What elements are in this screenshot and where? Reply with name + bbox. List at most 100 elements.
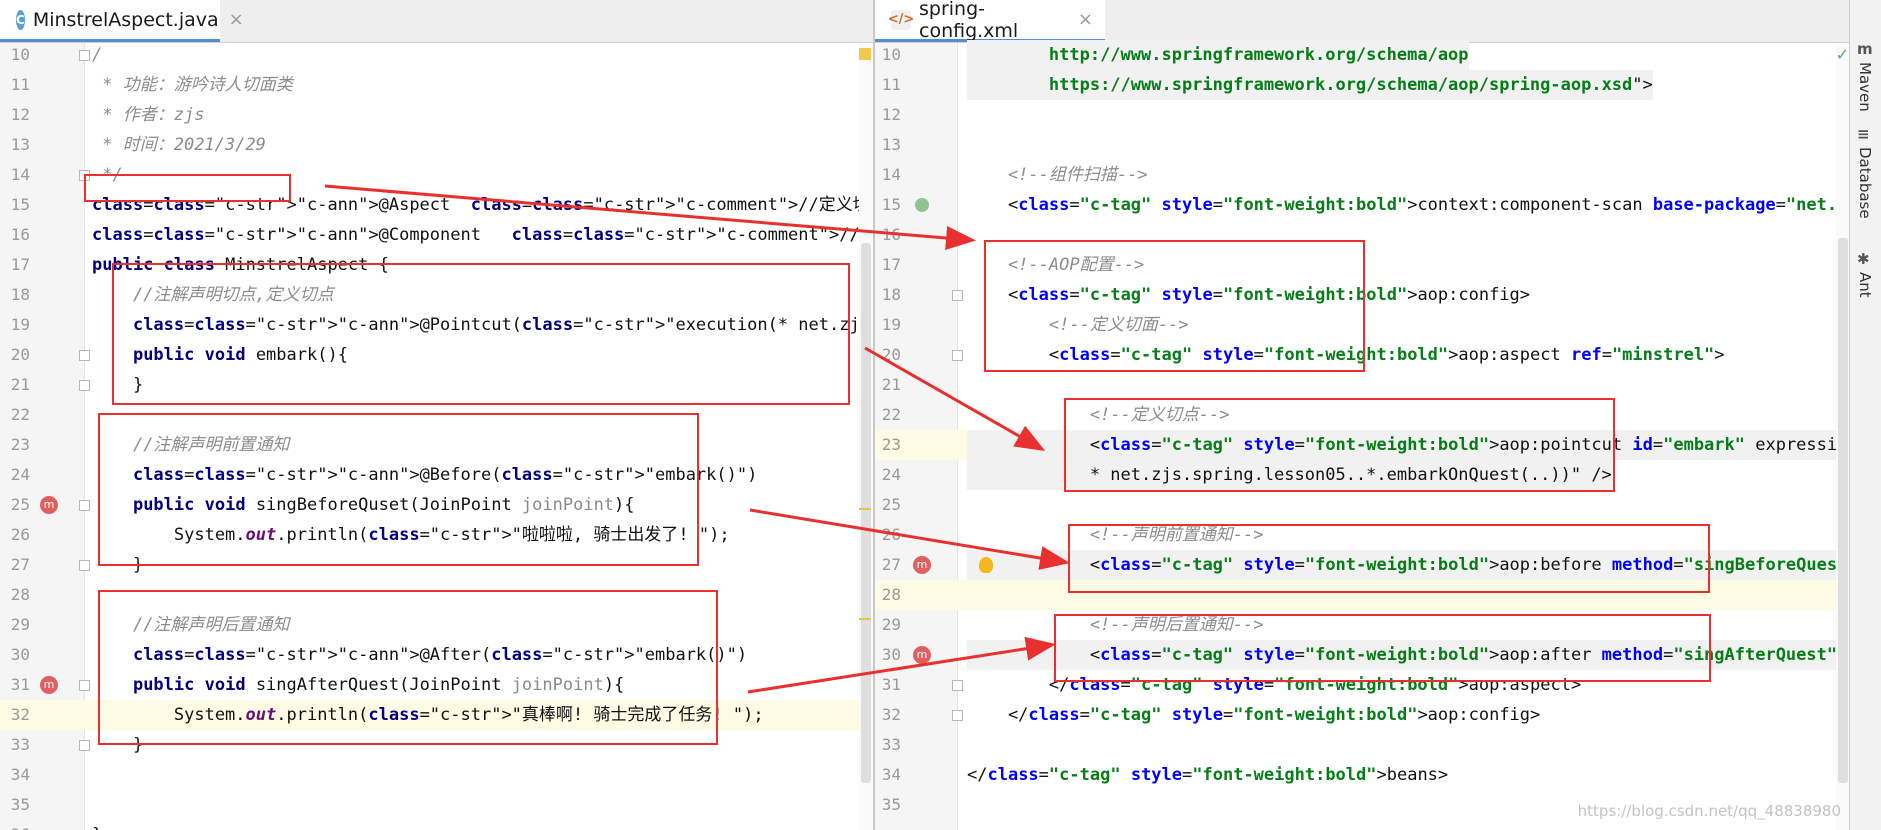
- error-stripe-marker[interactable]: [859, 508, 871, 510]
- line-number: 20: [10, 345, 30, 364]
- line-number: 16: [10, 225, 30, 244]
- code-text: * 时间：2021/3/29: [102, 135, 266, 155]
- line-number: 16: [881, 225, 901, 244]
- code-line[interactable]: 21: [875, 370, 1850, 400]
- code-text: <!--组件扫描-->: [967, 165, 1148, 185]
- fold-marker-icon[interactable]: [79, 740, 90, 751]
- error-stripe-marker[interactable]: [859, 618, 871, 620]
- tab-title: MinstrelAspect.java: [32, 8, 219, 31]
- right-scroll-thumb[interactable]: [1838, 238, 1848, 783]
- line-number: 30: [881, 645, 901, 664]
- right-scrollbar[interactable]: ✓: [1836, 43, 1850, 830]
- fold-marker-icon[interactable]: [79, 560, 90, 571]
- tool-window-label: Maven: [1856, 62, 1874, 112]
- close-icon[interactable]: ×: [229, 9, 244, 30]
- fold-marker-icon[interactable]: [79, 50, 90, 61]
- code-line[interactable]: 15 <class="c-tag" style="font-weight:bol…: [875, 190, 1850, 220]
- fold-marker-icon[interactable]: [952, 350, 963, 361]
- code-line[interactable]: 16 class=class="c-str">"c-ann">@Component…: [0, 220, 873, 250]
- line-number: 18: [881, 285, 901, 304]
- fold-marker-icon[interactable]: [79, 500, 90, 511]
- code-line[interactable]: 33: [875, 730, 1850, 760]
- line-number: 32: [10, 705, 30, 724]
- line-number: 21: [881, 375, 901, 394]
- code-line[interactable]: 14 <!--组件扫描-->: [875, 160, 1850, 190]
- line-number: 24: [10, 465, 30, 484]
- check-icon[interactable]: ✓: [1836, 45, 1849, 64]
- tab-minstrel-aspect-java[interactable]: C MinstrelAspect.java ×: [0, 0, 244, 42]
- line-number: 28: [10, 585, 30, 604]
- line-number: 36: [0, 820, 30, 830]
- tool-window-database[interactable]: ≡ Database: [1850, 125, 1881, 245]
- line-number: 31: [10, 675, 30, 694]
- line-number: 27: [10, 555, 30, 574]
- code-line[interactable]: 34 </class="c-tag" style="font-weight:bol…: [875, 760, 1850, 790]
- code-text: * 功能：游吟诗人切面类: [102, 75, 293, 95]
- line-number: 22: [10, 405, 30, 424]
- code-line[interactable]: 13: [875, 130, 1850, 160]
- fold-marker-icon[interactable]: [952, 290, 963, 301]
- tool-window-ant[interactable]: ✱ Ant: [1850, 250, 1881, 370]
- tab-title: spring-config.xml: [919, 0, 1019, 42]
- intention-bulb-icon[interactable]: [979, 557, 993, 573]
- line-number: 10: [881, 45, 901, 64]
- code-line[interactable]: 32 </class="c-tag" style="font-weight:bo…: [875, 700, 1850, 730]
- line-number: 10: [10, 45, 30, 64]
- fold-marker-icon[interactable]: [79, 350, 90, 361]
- before-annotation-box: [98, 413, 699, 566]
- line-number: 19: [10, 315, 30, 334]
- line-number: 19: [881, 315, 901, 334]
- line-number: 35: [881, 795, 901, 814]
- code-line[interactable]: 10 http://www.springframework.org/schema…: [875, 40, 1850, 70]
- right-tab-bar: </> spring-config.xml ×: [875, 0, 1850, 43]
- code-line[interactable]: 11 * 功能：游吟诗人切面类: [0, 70, 873, 100]
- tool-window-label: Database: [1856, 147, 1874, 219]
- code-line[interactable]: 10 /: [0, 40, 873, 70]
- line-number: 12: [10, 105, 30, 124]
- line-number: 31: [881, 675, 901, 694]
- java-class-icon: C: [16, 9, 25, 30]
- database-icon: ≡: [1857, 125, 1870, 143]
- fold-marker-icon[interactable]: [952, 710, 963, 721]
- line-number: 21: [10, 375, 30, 394]
- line-number: 15: [10, 195, 30, 214]
- code-line[interactable]: 25: [875, 490, 1850, 520]
- fold-marker-icon[interactable]: [952, 680, 963, 691]
- line-number: 35: [10, 795, 30, 814]
- method-override-icon[interactable]: m: [40, 676, 58, 694]
- code-line[interactable]: 34: [0, 760, 873, 790]
- line-number: 33: [10, 735, 30, 754]
- code-line[interactable]: 12 * 作者：zjs: [0, 100, 873, 130]
- fold-marker-icon[interactable]: [79, 380, 90, 391]
- code-line[interactable]: 11 https://www.springframework.org/schem…: [875, 70, 1850, 100]
- ant-icon: ✱: [1857, 250, 1870, 268]
- tab-spring-config-xml[interactable]: </> spring-config.xml ×: [875, 0, 1105, 42]
- code-line[interactable]: 35: [0, 790, 873, 820]
- left-scroll-thumb[interactable]: [861, 243, 871, 783]
- line-number: 30: [10, 645, 30, 664]
- aop-config-box: [984, 240, 1365, 372]
- pointcut-annotation-box: [112, 263, 850, 405]
- code-line[interactable]: 13 * 时间：2021/3/29: [0, 130, 873, 160]
- code-text: http://www.springframework.org/schema/ao…: [967, 40, 1469, 70]
- warning-marker[interactable]: [859, 48, 871, 60]
- method-link-icon[interactable]: m: [913, 646, 931, 664]
- code-line[interactable]: 36}: [0, 820, 873, 830]
- spring-bean-icon[interactable]: [915, 198, 929, 212]
- code-text: https://www.springframework.org/schema/a…: [967, 70, 1653, 100]
- left-scrollbar[interactable]: [859, 43, 873, 830]
- line-number: 17: [10, 255, 30, 274]
- line-number: 32: [881, 705, 901, 724]
- method-override-icon[interactable]: m: [40, 496, 58, 514]
- code-text: }: [92, 820, 102, 830]
- line-number: 27: [881, 555, 901, 574]
- line-number: 15: [881, 195, 901, 214]
- close-icon[interactable]: ×: [1078, 9, 1093, 30]
- method-link-icon[interactable]: m: [913, 556, 931, 574]
- code-line[interactable]: 12: [875, 100, 1850, 130]
- code-text: </class="c-tag" style="font-weight:bold"…: [967, 705, 1541, 725]
- line-number: 25: [881, 495, 901, 514]
- aspect-annotation-box: [84, 174, 291, 202]
- fold-marker-icon[interactable]: [79, 680, 90, 691]
- xml-pointcut-box: [1064, 398, 1615, 492]
